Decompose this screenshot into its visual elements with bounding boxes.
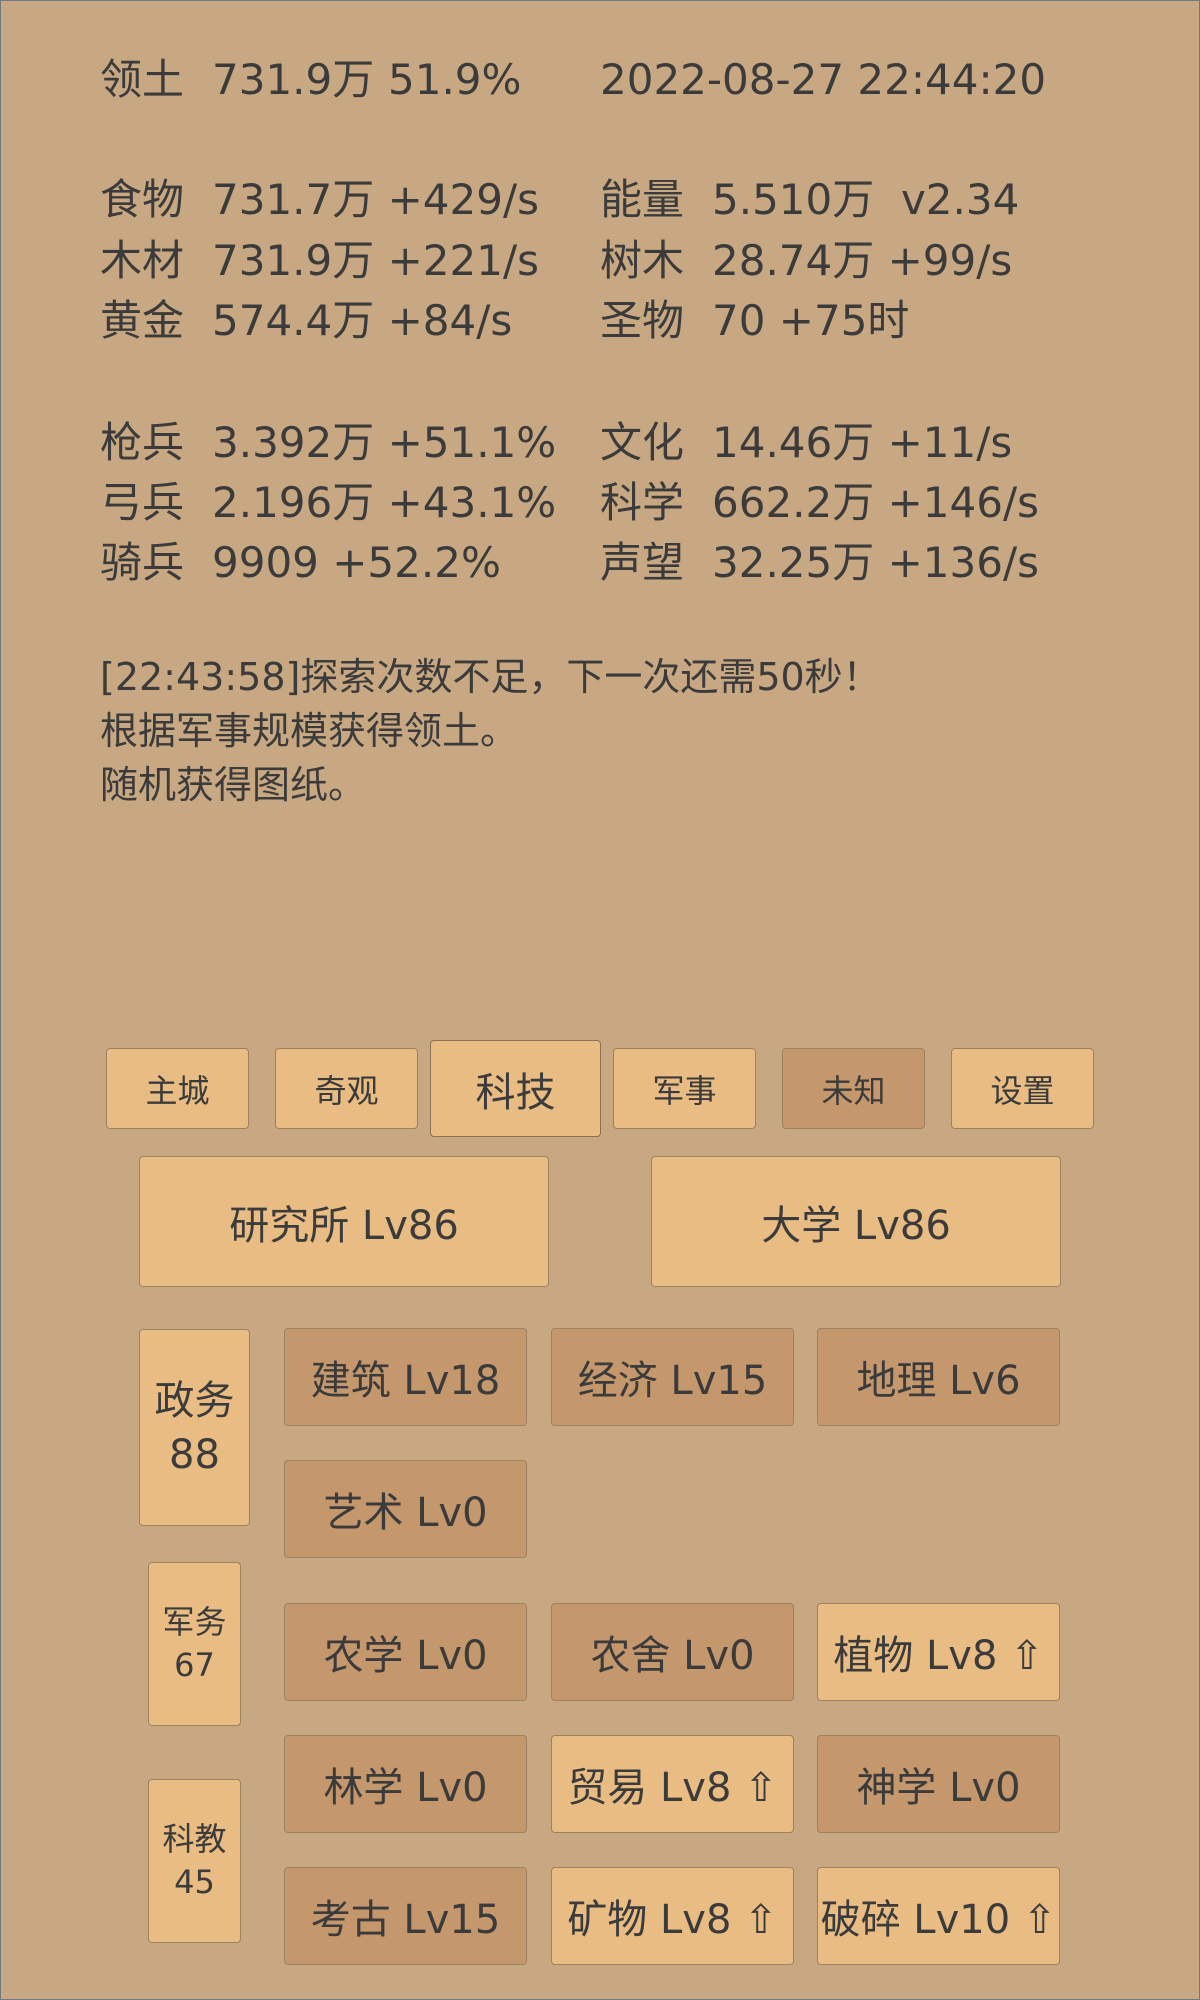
science-label: 科学 [600, 478, 685, 527]
log-line: 随机获得图纸。 [100, 763, 367, 807]
skill-geography[interactable]: 地理 Lv6 [817, 1328, 1060, 1426]
category-military[interactable]: 军务 67 [148, 1562, 241, 1726]
territory-value: 731.9万 [212, 55, 375, 104]
tab-military[interactable]: 军事 [613, 1048, 756, 1129]
skill-minerals[interactable]: 矿物 Lv8 ⇧ [551, 1867, 794, 1965]
datetime: 2022-08-27 22:44:20 [600, 55, 1047, 104]
category-education-label: 科教 [162, 1819, 227, 1858]
skill-agronomy[interactable]: 农学 Lv0 [284, 1603, 527, 1701]
archer-label: 弓兵 [100, 478, 185, 527]
prestige-value: 32.25万 +136/s [712, 538, 1039, 587]
skill-economy[interactable]: 经济 Lv15 [551, 1328, 794, 1426]
food-value: 731.7万 +429/s [212, 175, 539, 224]
wood-value: 731.9万 +221/s [212, 236, 539, 285]
skill-art[interactable]: 艺术 Lv0 [284, 1460, 527, 1558]
spear-value: 3.392万 +51.1% [212, 418, 557, 467]
science-value: 662.2万 +146/s [712, 478, 1039, 527]
category-military-count: 67 [174, 1646, 215, 1684]
category-politics-label: 政务 [154, 1377, 235, 1424]
skill-architecture[interactable]: 建筑 Lv18 [284, 1328, 527, 1426]
tab-unknown[interactable]: 未知 [782, 1048, 925, 1129]
cavalry-label: 骑兵 [100, 538, 185, 587]
culture-label: 文化 [600, 418, 685, 467]
territory-label: 领土 [100, 55, 185, 104]
cavalry-value: 9909 +52.2% [212, 538, 501, 587]
culture-value: 14.46万 +11/s [712, 418, 1013, 467]
skill-theology[interactable]: 神学 Lv0 [817, 1735, 1060, 1833]
energy-label: 能量 [600, 175, 685, 224]
gold-value: 574.4万 +84/s [212, 296, 513, 345]
tab-wonders[interactable]: 奇观 [275, 1048, 418, 1129]
skill-archaeology[interactable]: 考古 Lv15 [284, 1867, 527, 1965]
tab-settings[interactable]: 设置 [951, 1048, 1094, 1129]
category-politics-count: 88 [169, 1431, 220, 1478]
tab-tech[interactable]: 科技 [430, 1040, 601, 1137]
category-politics[interactable]: 政务 88 [139, 1329, 250, 1526]
log-line: [22:43:58]探索次数不足，下一次还需50秒！ [100, 655, 881, 699]
skill-forestry[interactable]: 林学 Lv0 [284, 1735, 527, 1833]
food-label: 食物 [100, 175, 185, 224]
archer-value: 2.196万 +43.1% [212, 478, 557, 527]
spear-label: 枪兵 [100, 418, 185, 467]
relic-value: 70 +75时 [712, 296, 910, 345]
energy-value: 5.510万 v2.34 [712, 175, 1020, 224]
skill-crushing[interactable]: 破碎 Lv10 ⇧ [817, 1867, 1060, 1965]
log-line: 根据军事规模获得领土。 [100, 709, 519, 753]
relic-label: 圣物 [600, 296, 685, 345]
category-education[interactable]: 科教 45 [148, 1779, 241, 1943]
trees-label: 树木 [600, 236, 685, 285]
skill-farmhouse[interactable]: 农舍 Lv0 [551, 1603, 794, 1701]
prestige-label: 声望 [600, 538, 685, 587]
category-education-count: 45 [174, 1863, 215, 1901]
skill-trade[interactable]: 贸易 Lv8 ⇧ [551, 1735, 794, 1833]
category-military-label: 军务 [162, 1602, 227, 1641]
university-button[interactable]: 大学 Lv86 [651, 1156, 1061, 1287]
territory-percent: 51.9% [388, 55, 522, 104]
skill-botany[interactable]: 植物 Lv8 ⇧ [817, 1603, 1060, 1701]
institute-button[interactable]: 研究所 Lv86 [139, 1156, 549, 1287]
wood-label: 木材 [100, 236, 185, 285]
tab-main-city[interactable]: 主城 [106, 1048, 249, 1129]
trees-value: 28.74万 +99/s [712, 236, 1013, 285]
gold-label: 黄金 [100, 296, 185, 345]
